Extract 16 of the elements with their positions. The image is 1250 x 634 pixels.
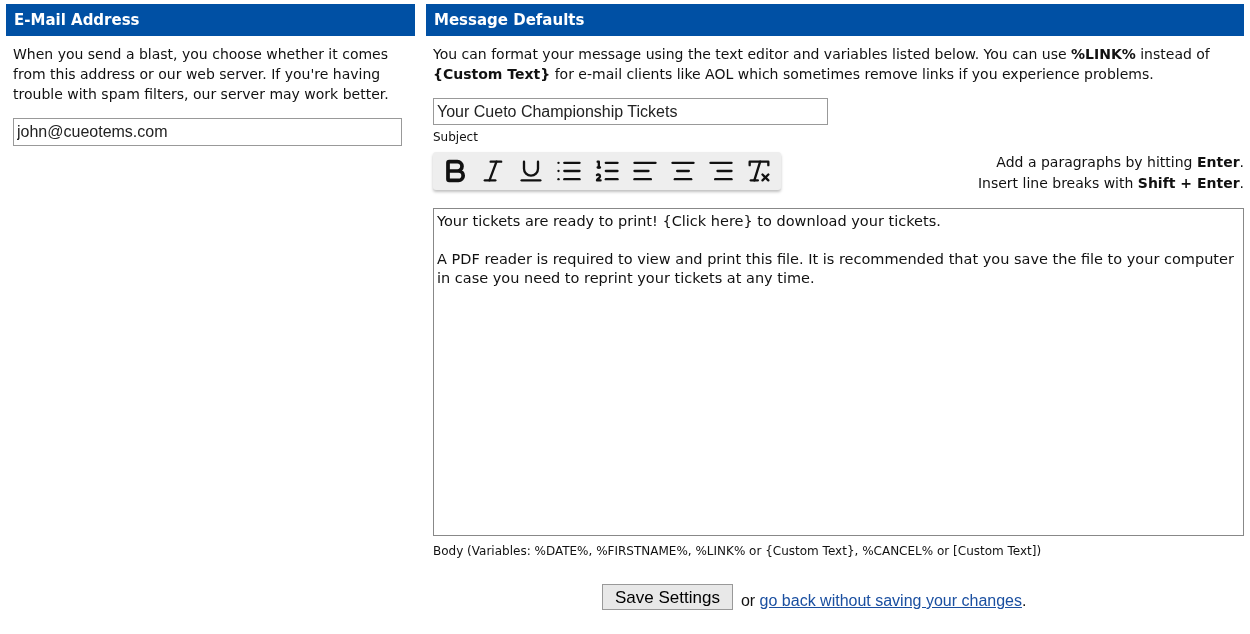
section-header: E-Mail Address (6, 4, 415, 36)
description-text: When you send a blast, you choose whether it comes from this address or our web server. If you're having trouble with spam filters, our server may work better. (13, 45, 390, 104)
section-header: Message Defaults (426, 4, 1244, 36)
body-paragraph: A PDF reader is required to view and print this file. It is recommended that you save the file to your computer in case you need to reprint your tickets at any time. (437, 250, 1235, 288)
save-settings-button[interactable]: Save Settings (602, 584, 733, 610)
subject-field[interactable]: Your Cueto Championship Tickets (433, 98, 828, 125)
body-label: Body (Variables: %DATE%, %FIRSTNAME%, %LINK% or {Custom Text}, %CANCEL% or [Custom Text]) (433, 544, 1043, 558)
hint-text: Add a paragraphs by hitting Enter. (995, 153, 1244, 172)
description-text: You can format your message using the text editor and variables listed below. You can use %LINK% instead of {Custom Text} for e-mail clients like AOL which sometimes remove links if you experience problems. (433, 45, 1211, 84)
footer-text: or go back without saving your changes. (740, 592, 1027, 610)
body-editor[interactable] (433, 208, 1244, 536)
hint-text: Insert line breaks with Shift + Enter. (977, 174, 1244, 193)
body-paragraph: Your tickets are ready to print! {Click here} to download your tickets. (437, 212, 942, 231)
email-field[interactable]: john@cueotems.com (13, 118, 402, 146)
subject-label: Subject (433, 130, 479, 144)
go-back-link[interactable]: go back without saving your changes (759, 592, 1022, 609)
